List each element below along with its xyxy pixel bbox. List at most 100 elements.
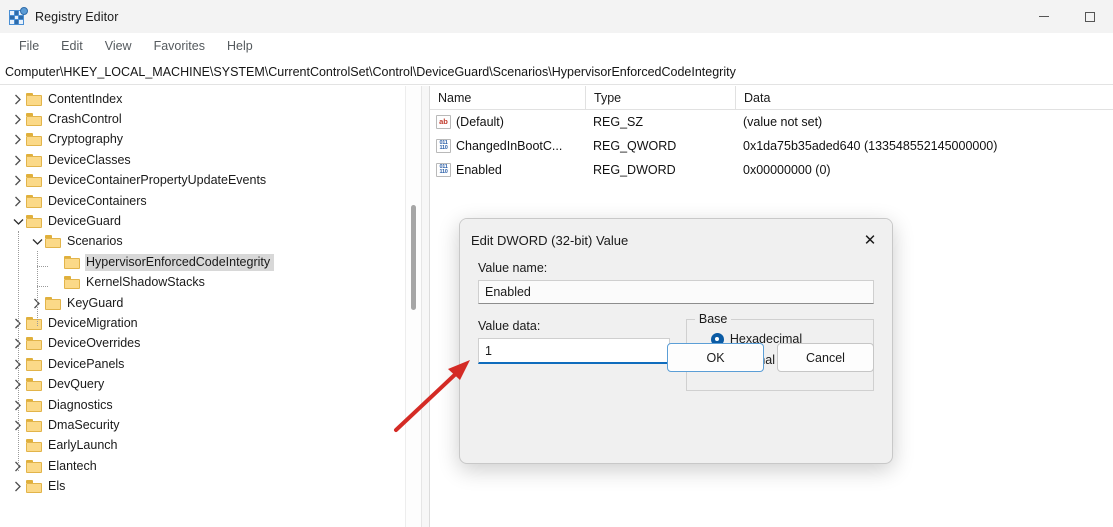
- value-name-text: Enabled: [456, 163, 502, 177]
- tree-item-devquery[interactable]: DevQuery: [0, 374, 407, 394]
- value-type-cell: REG_QWORD: [593, 139, 677, 153]
- folder-icon: [26, 378, 42, 392]
- tree-item-cryptography[interactable]: Cryptography: [0, 130, 407, 150]
- chevron-down-icon[interactable]: [10, 212, 26, 232]
- value-data-cell: (value not set): [743, 115, 823, 129]
- chevron-right-icon[interactable]: [10, 130, 26, 150]
- value-row[interactable]: 011 110 Enabled REG_DWORD 0x00000000 (0): [430, 158, 1113, 182]
- cancel-button[interactable]: Cancel: [777, 343, 874, 372]
- maximize-button[interactable]: [1067, 0, 1113, 33]
- folder-icon: [26, 398, 42, 412]
- tree-item-label: DeviceContainers: [48, 193, 147, 208]
- tree-item-label: ContentIndex: [48, 91, 123, 106]
- tree-item-keyguard[interactable]: KeyGuard: [0, 293, 407, 313]
- tree-item-crashcontrol[interactable]: CrashControl: [0, 109, 407, 129]
- tree-scrollbar-thumb[interactable]: [411, 205, 416, 310]
- tree-item-kernelshadowstacks[interactable]: KernelShadowStacks: [0, 273, 407, 293]
- tree-guide-connector: [37, 286, 48, 287]
- folder-icon: [26, 357, 42, 371]
- tree-item-dmasecurity[interactable]: DmaSecurity: [0, 415, 407, 435]
- binary-value-icon: 011 110: [436, 163, 451, 177]
- folder-icon: [45, 296, 61, 310]
- address-bar[interactable]: Computer\HKEY_LOCAL_MACHINE\SYSTEM\Curre…: [0, 59, 1113, 85]
- tree-item-label: KernelShadowStacks: [86, 275, 205, 290]
- ok-button[interactable]: OK: [667, 343, 764, 372]
- tree-vertical-scrollbar[interactable]: [405, 86, 421, 527]
- binary-value-icon: 011 110: [436, 139, 451, 153]
- menu-view[interactable]: View: [94, 37, 143, 55]
- folder-icon: [26, 133, 42, 147]
- tree-item-label: DeviceGuard: [48, 214, 121, 229]
- minimize-button[interactable]: [1021, 0, 1067, 33]
- base-group-label: Base: [694, 312, 732, 326]
- menu-file[interactable]: File: [8, 37, 50, 55]
- registry-tree-pane: ContentIndex CrashControl Cryptography Devi…: [0, 86, 407, 527]
- tree-item-label: DeviceClasses: [48, 152, 131, 167]
- value-data-input[interactable]: [478, 338, 670, 364]
- menu-favorites[interactable]: Favorites: [143, 37, 216, 55]
- tree-item-label: DeviceContainerPropertyUpdateEvents: [48, 173, 267, 188]
- folder-icon: [26, 439, 42, 453]
- value-name-text: ChangedInBootC...: [456, 139, 563, 153]
- menu-help[interactable]: Help: [216, 37, 264, 55]
- tree-item-contentindex[interactable]: ContentIndex: [0, 89, 407, 109]
- registry-path: Computer\HKEY_LOCAL_MACHINE\SYSTEM\Curre…: [5, 64, 736, 79]
- folder-icon: [26, 194, 42, 208]
- column-header-data[interactable]: Data: [735, 85, 1113, 110]
- tree-item-devicemigration[interactable]: DeviceMigration: [0, 313, 407, 333]
- column-header-name[interactable]: Name: [430, 86, 585, 110]
- value-row[interactable]: ab (Default) REG_SZ (value not set): [430, 110, 1113, 134]
- value-name-input[interactable]: [478, 280, 874, 304]
- tree-item-label: Scenarios: [67, 234, 123, 249]
- tree-item-label: DevicePanels: [48, 356, 125, 371]
- chevron-right-icon[interactable]: [10, 110, 26, 130]
- folder-icon: [26, 418, 42, 432]
- close-icon[interactable]: ✕: [848, 219, 892, 261]
- tree-item-label: DevQuery: [48, 377, 105, 392]
- tree-item-label: Elantech: [48, 458, 97, 473]
- chevron-right-icon[interactable]: [10, 477, 26, 497]
- value-type-cell: REG_DWORD: [593, 163, 676, 177]
- registry-editor-icon: [9, 7, 28, 25]
- chevron-right-icon[interactable]: [10, 171, 26, 191]
- tree-guide-connector: [37, 266, 48, 267]
- column-header-type[interactable]: Type: [585, 85, 735, 110]
- tree-item-els[interactable]: Els: [0, 476, 407, 496]
- tree-guide-line: [18, 231, 19, 471]
- pane-splitter[interactable]: [421, 86, 430, 527]
- tree-item-hypervisorenforcedcodeintegrity[interactable]: HypervisorEnforcedCodeIntegrity: [0, 252, 407, 272]
- tree-item-deviceoverrides[interactable]: DeviceOverrides: [0, 334, 407, 354]
- tree-item-deviceclasses[interactable]: DeviceClasses: [0, 150, 407, 170]
- string-value-icon: ab: [436, 115, 451, 129]
- menu-edit[interactable]: Edit: [50, 37, 94, 55]
- tree-item-diagnostics[interactable]: Diagnostics: [0, 395, 407, 415]
- menu-bar: File Edit View Favorites Help: [0, 33, 1113, 59]
- tree-item-elantech[interactable]: Elantech: [0, 456, 407, 476]
- chevron-right-icon[interactable]: [10, 150, 26, 170]
- value-row[interactable]: 011 110 ChangedInBootC... REG_QWORD 0x1da75b…: [430, 134, 1113, 158]
- tree-item-label: CrashControl: [48, 112, 122, 127]
- chevron-right-icon[interactable]: [10, 191, 26, 211]
- values-column-headers: Name Type Data: [430, 85, 1113, 110]
- edit-dword-dialog: Edit DWORD (32-bit) Value ✕ Value name: …: [459, 218, 893, 464]
- tree-item-label: DeviceOverrides: [48, 336, 141, 351]
- folder-icon: [26, 215, 42, 229]
- folder-icon: [26, 459, 42, 473]
- dialog-title: Edit DWORD (32-bit) Value: [471, 232, 629, 248]
- tree-item-devicecontainers[interactable]: DeviceContainers: [0, 191, 407, 211]
- registry-editor-window: Registry Editor File Edit View Favorites…: [0, 0, 1113, 527]
- tree-item-devicecontainerpropertyupdateevents[interactable]: DeviceContainerPropertyUpdateEvents: [0, 171, 407, 191]
- tree-item-scenarios[interactable]: Scenarios: [0, 232, 407, 252]
- folder-icon: [45, 235, 61, 249]
- tree-item-earlylaunch[interactable]: EarlyLaunch: [0, 436, 407, 456]
- folder-icon: [26, 174, 42, 188]
- tree-item-label: HypervisorEnforcedCodeIntegrity: [85, 253, 275, 271]
- value-name-cell: 011 110 Enabled: [430, 163, 585, 177]
- tree-item-devicepanels[interactable]: DevicePanels: [0, 354, 407, 374]
- chevron-down-icon[interactable]: [29, 232, 45, 252]
- tree-item-deviceguard[interactable]: DeviceGuard: [0, 211, 407, 231]
- title-bar: Registry Editor: [0, 0, 1113, 33]
- chevron-right-icon[interactable]: [10, 89, 26, 109]
- value-data-cell: 0x1da75b35aded640 (133548552145000000): [743, 139, 998, 153]
